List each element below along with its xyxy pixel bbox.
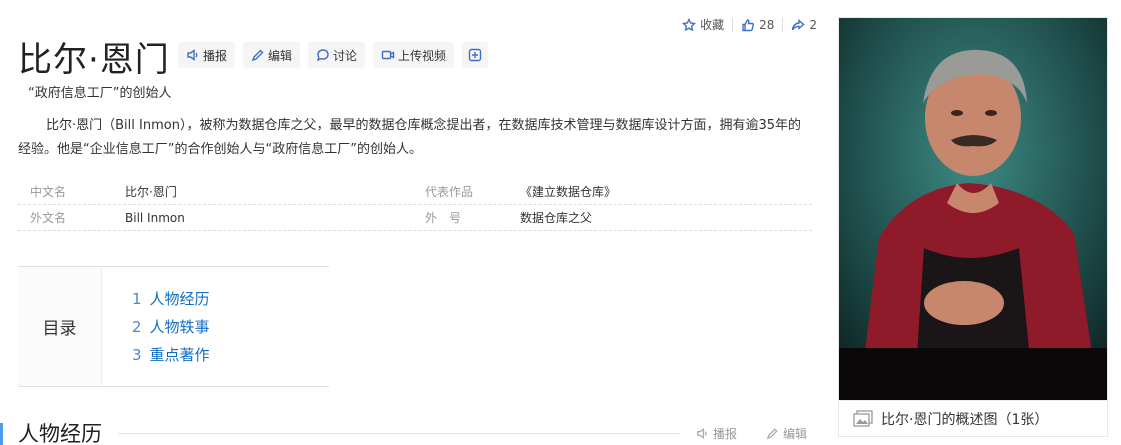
toc-item-label: 人物轶事 (149, 318, 210, 336)
share-count: 2 (809, 17, 817, 32)
section-play-button[interactable]: 播报 (696, 425, 737, 442)
info-value: Bill Inmon (125, 210, 185, 225)
video-icon (381, 50, 395, 60)
share-icon (792, 18, 805, 30)
section-play-label: 播报 (713, 427, 738, 441)
info-key: 外文名 (30, 211, 67, 225)
gallery-icon (853, 409, 873, 427)
share-button[interactable]: 2 (783, 18, 825, 32)
upload-video-button[interactable]: 上传视频 (373, 42, 455, 68)
title-toolbar: 播报 编辑 讨论 上传视频 (178, 42, 489, 68)
section-divider (118, 433, 680, 434)
play-label: 播报 (203, 48, 228, 63)
info-row: 中文名 比尔·恩门 代表作品 《建立数据仓库》 (18, 179, 812, 205)
edit-label: 编辑 (268, 48, 293, 63)
portrait-illustration (839, 18, 1107, 400)
toc-list: 1 人物经历 2 人物轶事 3 重点著作 (102, 267, 210, 386)
info-value: 数据仓库之父 (520, 211, 593, 225)
toc-label: 目录 (18, 267, 102, 386)
discuss-button[interactable]: 讨论 (308, 42, 366, 68)
toc-item-number: 3 (132, 346, 142, 364)
star-icon (682, 17, 697, 31)
edit-button[interactable]: 编辑 (243, 42, 301, 68)
comment-icon (316, 49, 329, 62)
section-edit-label: 编辑 (783, 427, 808, 441)
section-edit-button[interactable]: 编辑 (766, 425, 807, 442)
toc-item[interactable]: 1 人物经历 (132, 285, 210, 313)
info-key: 外 号 (425, 211, 462, 225)
speaker-icon (187, 49, 198, 61)
info-row: 外文名 Bill Inmon 外 号 数据仓库之父 (18, 205, 812, 231)
section-accent-bar (0, 423, 3, 445)
plus-icon (468, 48, 482, 62)
summary-paragraph: 比尔·恩门（Bill Inmon），被称为数据仓库之父，最早的数据仓库概念提出者… (18, 118, 801, 157)
upload-video-label: 上传视频 (398, 48, 447, 63)
toc-item-label: 重点著作 (149, 346, 210, 364)
photo-caption[interactable]: 比尔·恩门的概述图（1张） (839, 400, 1107, 436)
pencil-icon (251, 49, 264, 62)
top-actions: 收藏 28 2 (674, 16, 825, 33)
favorite-label: 收藏 (700, 18, 725, 32)
favorite-button[interactable]: 收藏 (674, 16, 732, 33)
toc-item[interactable]: 2 人物轶事 (132, 313, 210, 341)
section-heading: 人物经历 (18, 422, 102, 445)
play-button[interactable]: 播报 (178, 42, 236, 68)
table-of-contents: 目录 1 人物经历 2 人物轶事 3 重点著作 (18, 266, 329, 387)
section-header: 人物经历 播报 编辑 (0, 416, 820, 445)
info-key: 代表作品 (425, 185, 474, 199)
discuss-label: 讨论 (333, 48, 358, 63)
info-value: 《建立数据仓库》 (520, 185, 617, 199)
like-button[interactable]: 28 (733, 18, 782, 32)
info-value: 比尔·恩门 (125, 185, 177, 199)
subtitle: “政府信息工厂”的创始人 (28, 86, 172, 101)
thumbs-up-icon (742, 18, 755, 31)
photo-caption-text: 比尔·恩门的概述图（1张） (881, 411, 1049, 428)
like-count: 28 (759, 17, 775, 32)
info-key: 中文名 (30, 185, 67, 199)
portrait-photo[interactable] (839, 18, 1107, 400)
toc-item-number: 2 (132, 318, 142, 336)
speaker-icon (697, 428, 707, 439)
add-button[interactable] (462, 42, 489, 68)
toc-item[interactable]: 3 重点著作 (132, 341, 210, 369)
toc-item-number: 1 (132, 290, 142, 308)
basic-info-table: 中文名 比尔·恩门 代表作品 《建立数据仓库》 外文名 Bill Inmon 外… (18, 179, 812, 231)
summary-photo-card[interactable]: 比尔·恩门的概述图（1张） (838, 17, 1108, 437)
toc-item-label: 人物经历 (149, 290, 210, 308)
page-title: 比尔·恩门 (18, 40, 170, 80)
pencil-icon (766, 428, 778, 440)
